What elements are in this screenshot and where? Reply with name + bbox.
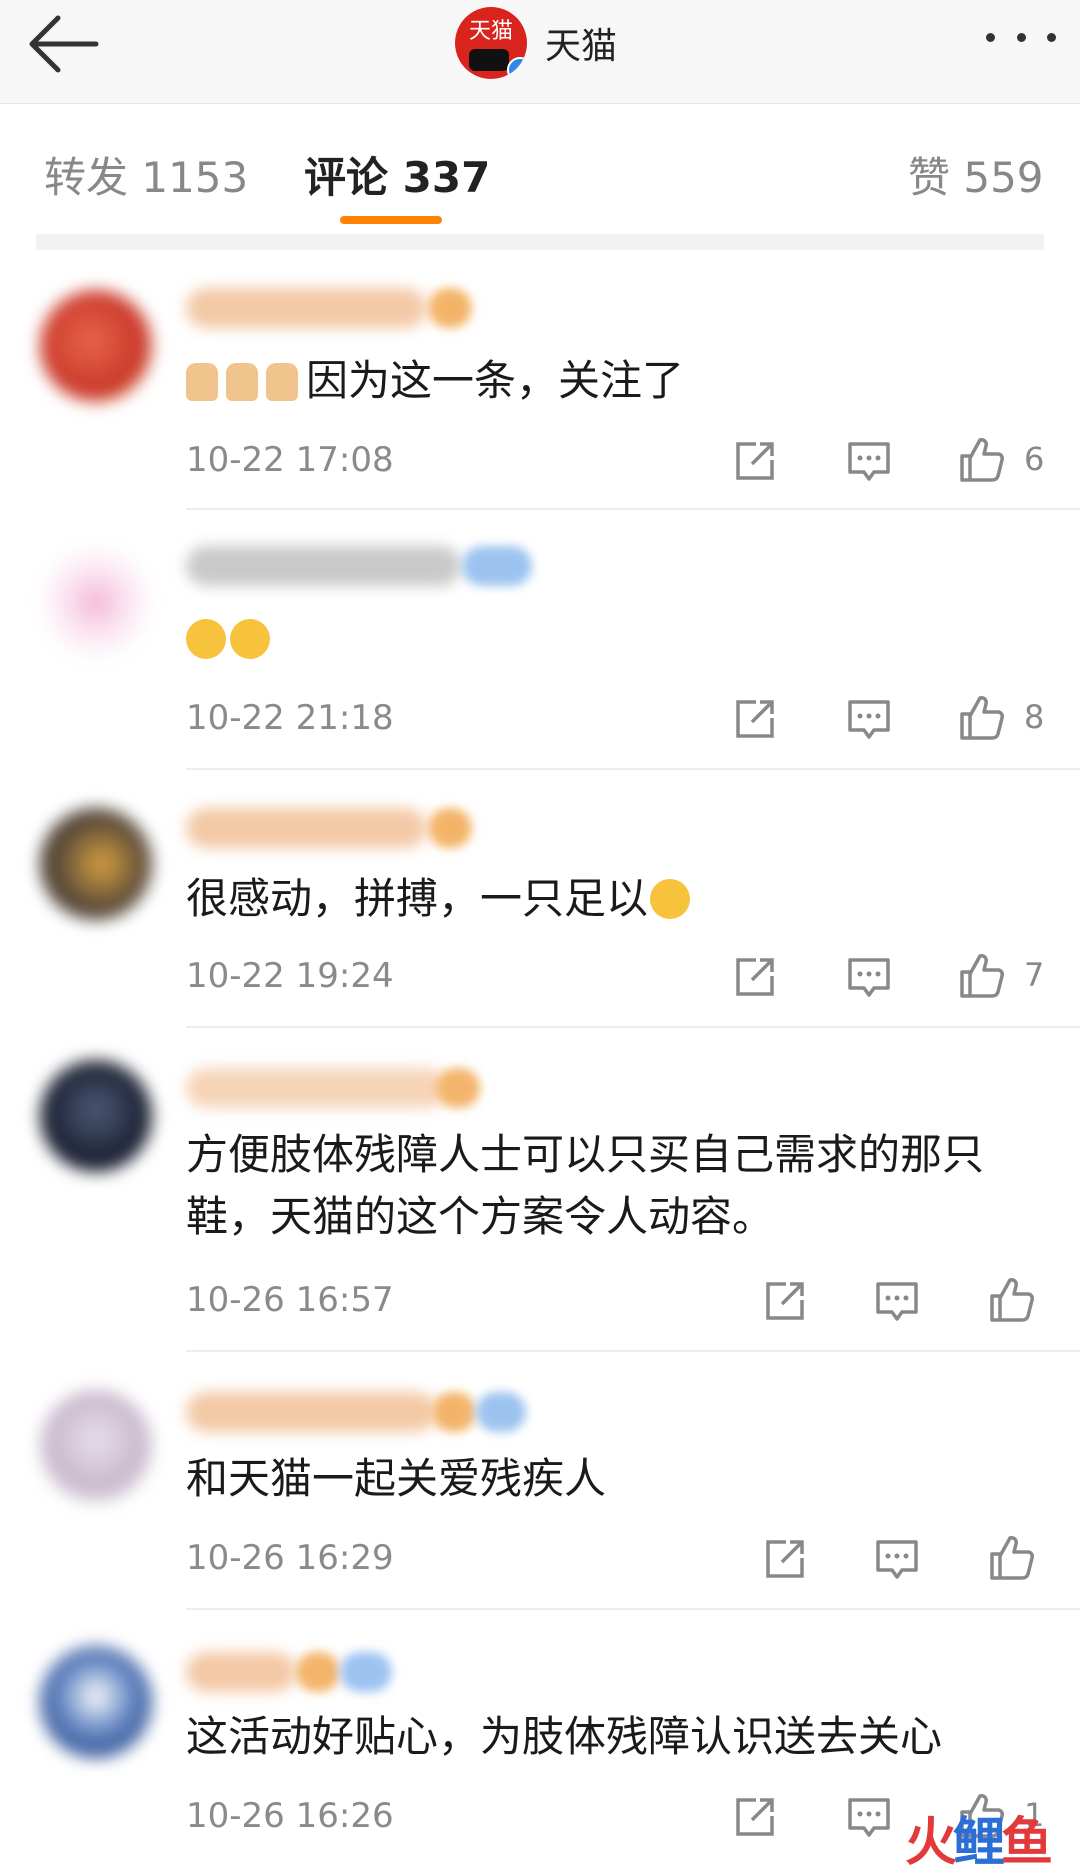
- comment-body: 方便肢体残障人士可以只买自己需求的那只鞋，天猫的这个方案令人动容。: [186, 1130, 985, 1241]
- share-icon[interactable]: [760, 1534, 810, 1584]
- like-count: 8: [1024, 698, 1045, 736]
- username-blurred[interactable]: [186, 1652, 296, 1692]
- comment-text: [186, 608, 1056, 670]
- tab-reposts[interactable]: 转发 1153: [44, 144, 248, 205]
- comment-time: 10-26 16:57: [186, 1280, 394, 1320]
- like-icon[interactable]: [986, 1274, 1036, 1324]
- comment-text: 因为这一条，关注了: [186, 350, 1056, 412]
- share-icon[interactable]: [730, 436, 780, 486]
- row-divider: [186, 1350, 1080, 1352]
- avatar[interactable]: [40, 546, 152, 658]
- kissing-face-emoji-icon: [650, 879, 691, 919]
- comment-time: 10-22 19:24: [186, 956, 394, 996]
- member-badge-icon: [428, 808, 472, 848]
- blushing-kiss-emoji-icon: [230, 619, 270, 659]
- comment-body: 和天猫一起关爱残疾人: [186, 1454, 607, 1503]
- thumbs-up-emoji-icon: [186, 363, 218, 401]
- comment-time: 10-26 16:29: [186, 1538, 394, 1578]
- comment-text: 方便肢体残障人士可以只买自己需求的那只鞋，天猫的这个方案令人动容。: [186, 1124, 1056, 1248]
- top-bar: 天猫 ✓ 天猫: [0, 0, 1080, 104]
- verified-badge-icon: ✓: [507, 57, 527, 79]
- comment-text: 很感动，拼搏，一只足以: [186, 868, 1056, 930]
- row-divider: [186, 508, 1080, 510]
- comment-time: 10-26 16:26: [186, 1796, 394, 1836]
- tab-bar: 转发 1153 评论 337 赞 559: [0, 104, 1080, 234]
- like-icon[interactable]: [956, 434, 1006, 484]
- member-badge-icon: [436, 1068, 480, 1108]
- row-divider: [186, 768, 1080, 770]
- row-divider: [186, 1026, 1080, 1028]
- vip-badge-icon: [476, 1392, 526, 1432]
- comment-text: 和天猫一起关爱残疾人: [186, 1448, 1056, 1510]
- share-icon[interactable]: [730, 1792, 780, 1842]
- back-arrow-icon[interactable]: [24, 6, 114, 86]
- vip-badge-icon: [462, 546, 532, 586]
- username-blurred[interactable]: [186, 546, 461, 586]
- reply-icon[interactable]: [844, 694, 894, 744]
- avatar[interactable]: [40, 808, 152, 920]
- username-blurred[interactable]: [186, 1068, 446, 1108]
- share-icon[interactable]: [730, 694, 780, 744]
- member-badge-icon: [296, 1652, 340, 1692]
- share-icon[interactable]: [760, 1276, 810, 1326]
- watermark-char: 鱼: [1001, 1813, 1053, 1873]
- comment-time: 10-22 17:08: [186, 440, 394, 480]
- comment-body: 这活动好贴心，为肢体残障认识送去关心: [186, 1712, 943, 1761]
- avatar[interactable]: [40, 1390, 152, 1502]
- like-count: 6: [1024, 440, 1045, 478]
- member-badge-icon: [432, 1392, 476, 1432]
- username-blurred[interactable]: [186, 808, 426, 848]
- like-icon[interactable]: [956, 692, 1006, 742]
- member-badge-icon: [428, 288, 472, 328]
- account-header[interactable]: 天猫 ✓ 天猫: [455, 7, 618, 79]
- reply-icon[interactable]: [872, 1276, 922, 1326]
- blushing-kiss-emoji-icon: [186, 619, 226, 659]
- tab-likes[interactable]: 赞 559: [908, 144, 1044, 205]
- tmall-logo: 天猫 ✓: [455, 7, 527, 79]
- like-count: 7: [1024, 956, 1045, 994]
- watermark-logo: 火鲤鱼: [905, 1800, 1053, 1875]
- thumbs-up-emoji-icon: [226, 363, 258, 401]
- page-title: 天猫: [545, 26, 618, 67]
- more-dots-icon[interactable]: [986, 28, 1056, 46]
- comment-body: 很感动，拼搏，一只足以: [186, 874, 649, 923]
- avatar[interactable]: [40, 290, 152, 402]
- watermark-char: 火: [905, 1813, 957, 1873]
- reply-icon[interactable]: [872, 1534, 922, 1584]
- like-icon[interactable]: [956, 950, 1006, 1000]
- avatar[interactable]: [40, 1646, 152, 1758]
- vip-badge-icon: [340, 1652, 392, 1692]
- username-blurred[interactable]: [186, 288, 426, 328]
- like-icon[interactable]: [986, 1532, 1036, 1582]
- comment-body: 因为这一条，关注了: [306, 356, 685, 405]
- comment-time: 10-22 21:18: [186, 698, 394, 738]
- thumbs-up-emoji-icon: [266, 363, 298, 401]
- row-divider: [186, 1608, 1080, 1610]
- section-divider: [36, 234, 1044, 250]
- watermark-char: 鲤: [953, 1813, 1005, 1873]
- share-icon[interactable]: [730, 952, 780, 1002]
- cat-face-icon: [469, 49, 509, 71]
- comment-text: 这活动好贴心，为肢体残障认识送去关心: [186, 1706, 1056, 1768]
- reply-icon[interactable]: [844, 952, 894, 1002]
- username-blurred[interactable]: [186, 1392, 436, 1432]
- reply-icon[interactable]: [844, 1792, 894, 1842]
- tab-comments[interactable]: 评论 337: [304, 144, 490, 205]
- logo-text: 天猫: [468, 19, 513, 44]
- reply-icon[interactable]: [844, 436, 894, 486]
- active-tab-indicator: [340, 216, 442, 224]
- avatar[interactable]: [40, 1060, 152, 1172]
